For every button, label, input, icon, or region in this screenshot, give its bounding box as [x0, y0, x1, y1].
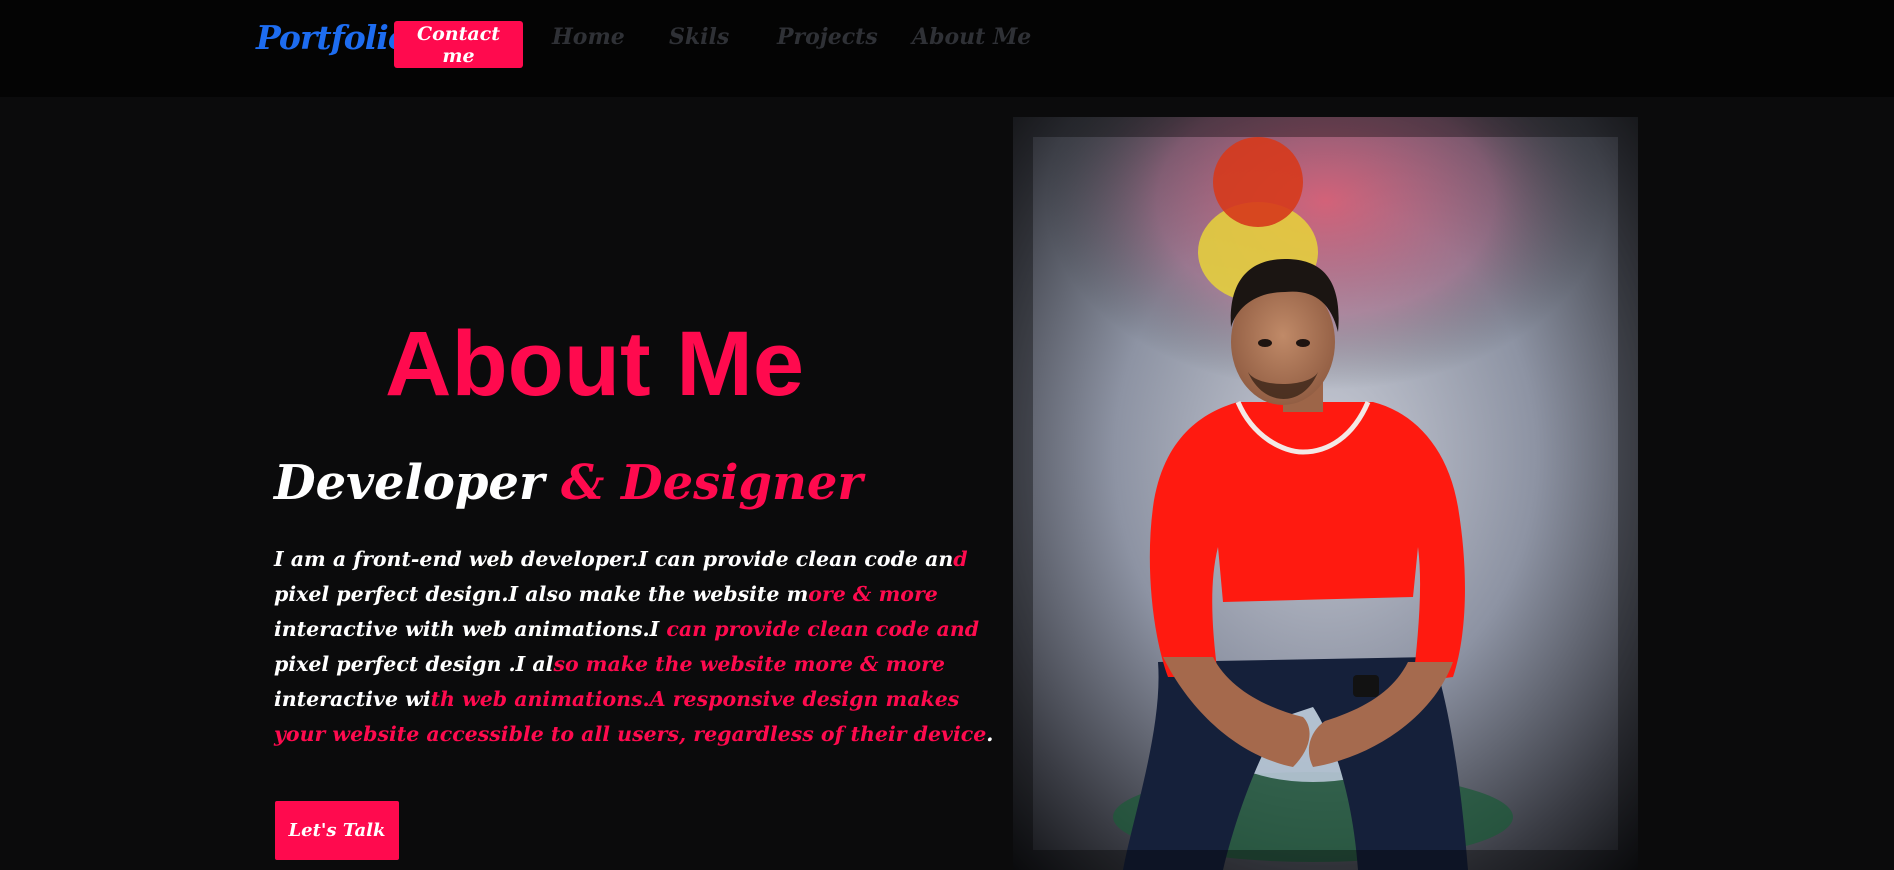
paragraph-line: your website accessible to all users, re… — [274, 717, 993, 752]
paragraph-text: interactive wi — [274, 687, 431, 711]
portrait-photo — [1013, 117, 1638, 870]
subtitle: Developer & Designer — [274, 455, 863, 511]
top-nav: Portfolio Contact me Home Skils Projects… — [0, 0, 1894, 97]
paragraph-text: pixel perfect design.I also make the web… — [274, 582, 809, 606]
page-title: About Me — [385, 313, 805, 415]
left-eye — [1258, 339, 1272, 347]
nav-link-about[interactable]: About Me — [912, 24, 1031, 50]
paragraph-highlight: can provide clean code and — [666, 617, 980, 641]
nav-link-projects[interactable]: Projects — [777, 24, 878, 50]
right-eye — [1296, 339, 1310, 347]
nav-link-home[interactable]: Home — [552, 24, 625, 50]
subtitle-main: Developer — [274, 455, 545, 511]
lets-talk-button[interactable]: Let's Talk — [275, 801, 399, 860]
paragraph-text: interactive with web animations.I — [274, 617, 667, 641]
portrait-illustration — [1013, 117, 1638, 870]
brand-logo[interactable]: Portfolio — [256, 18, 410, 57]
paragraph-highlight: your website accessible to all users, re… — [274, 722, 987, 746]
paragraph-line: interactive with web animations.I can pr… — [274, 612, 979, 647]
paragraph-highlight: th web animations.A responsive design ma… — [430, 687, 960, 711]
paragraph-highlight: ore & more — [808, 582, 938, 606]
nav-link-skills[interactable]: Skils — [669, 24, 729, 50]
paragraph-line: pixel perfect design.I also make the web… — [274, 577, 964, 612]
wristwatch — [1353, 675, 1379, 697]
paragraph-line: pixel perfect design .I also make the we… — [274, 647, 964, 682]
subtitle-accent: & Designer — [560, 455, 863, 511]
paragraph-tail: . — [986, 722, 994, 746]
light-red — [1213, 137, 1303, 227]
paragraph-highlight: d — [953, 547, 968, 571]
paragraph-text: I am a front-end web developer.I can pro… — [274, 547, 954, 571]
paragraph-highlight: so make the website more & more — [553, 652, 945, 676]
paragraph-line: I am a front-end web developer.I can pro… — [274, 542, 968, 577]
paragraph-text: pixel perfect design .I al — [274, 652, 554, 676]
contact-button[interactable]: Contact me — [394, 21, 523, 68]
about-paragraph: I am a front-end web developer.I can pro… — [274, 542, 993, 752]
paragraph-line: interactive with web animations.A respon… — [274, 682, 964, 717]
